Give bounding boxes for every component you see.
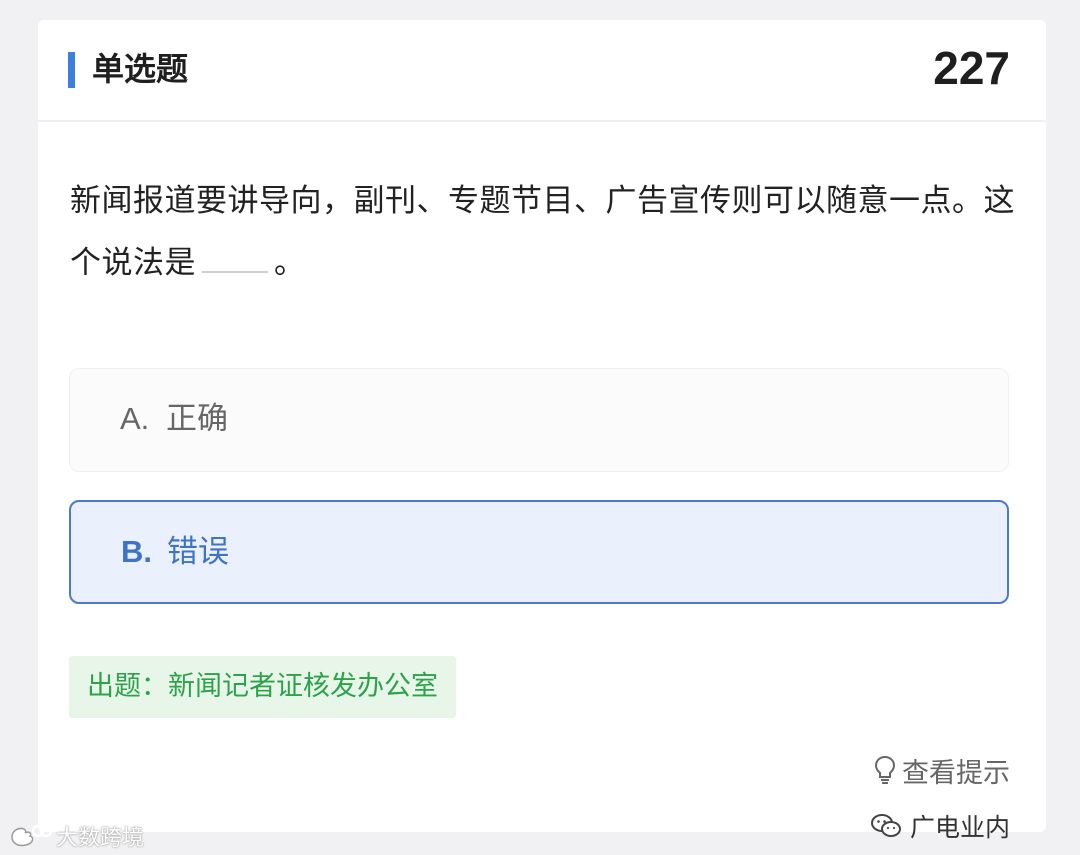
title-accent-bar [68,52,75,88]
question-type-title: 单选题 [92,50,189,88]
option-b-letter: B. [121,534,152,569]
option-b-text: 错误 [167,534,229,570]
weibo-watermark-text: 大数跨境 [56,826,145,851]
weibo-watermark: 大数跨境 [8,820,144,852]
answer-blank [202,241,268,273]
page: { "header": { "title": "单选题", "question_… [0,0,1080,855]
wechat-watermark: 广电业内 [870,808,1010,844]
view-hint-button[interactable]: 查看提示 [874,748,1010,792]
weibo-icon [11,824,52,847]
card-header: 单选题 227 [38,20,1046,122]
question-text-after: 。 [274,245,306,281]
option-a-text: 正确 [166,401,228,437]
question-text: 新闻报道要讲导向，副刊、专题节目、广告宣传则可以随意一点。这个说法是。 [70,170,1020,294]
option-a-letter: A. [120,401,150,436]
option-a[interactable]: A. 正确 [69,368,1009,472]
wechat-icon [870,814,901,837]
question-number: 227 [933,42,1010,94]
view-hint-label: 查看提示 [902,757,1010,789]
question-source-tag: 出题：新闻记者证核发办公室 [69,656,456,718]
option-b[interactable]: B. 错误 [69,500,1009,604]
wechat-watermark-text: 广电业内 [909,813,1010,842]
question-card: 单选题 227 新闻报道要讲导向，副刊、专题节目、广告宣传则可以随意一点。这个说… [38,20,1046,842]
lightbulb-icon [874,755,896,784]
